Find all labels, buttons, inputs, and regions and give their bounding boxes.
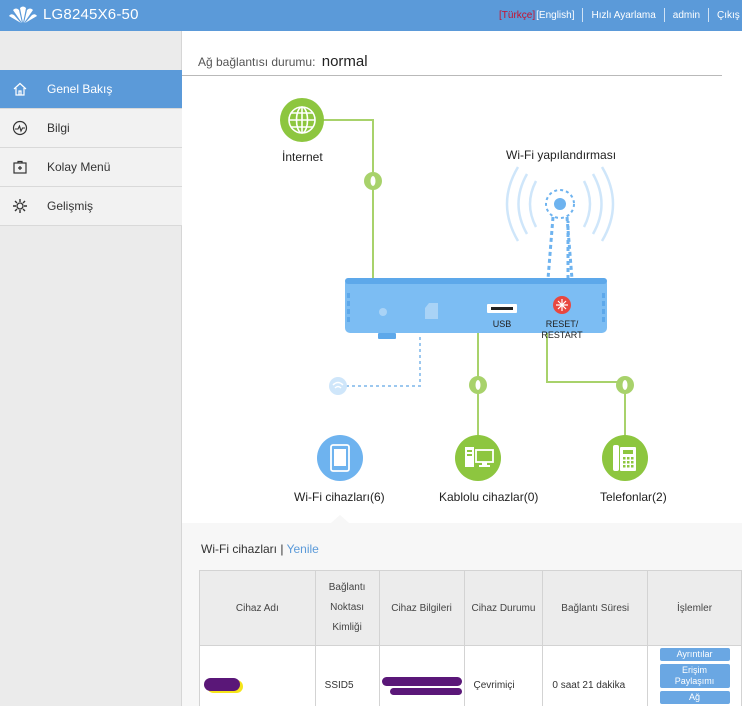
col-device-state: Cihaz Durumu [463,570,544,646]
duration-cell: 0 saat 21 dakika [542,645,649,706]
sidebar-item-label: Genel Bakış [47,82,113,96]
top-nav: [Türkçe] [English] Hızlı Ayarlama admin … [499,8,742,22]
col-connection-duration: Bağlantı Süresi [542,570,649,646]
redacted-device-info [389,687,462,695]
wifi-devices-table: Cihaz Adı Bağlantı Noktası Kimliği Cihaz… [199,570,742,706]
sidebar-item-label: Kolay Menü [47,160,111,174]
table-row: SSID5 Çevrimiçi 0 saat 21 dakika Ayrıntı… [199,645,742,706]
home-icon [10,79,30,99]
wifi-link-icon [329,377,347,395]
sidebar-item-info[interactable]: Bilgi [0,109,182,148]
sidebar-item-advanced[interactable]: Gelişmiş [0,187,182,226]
divider [663,8,665,22]
device-name-cell [199,645,316,706]
quick-setup-link[interactable]: Hızlı Ayarlama [591,10,655,21]
redacted-device-info [381,676,462,686]
redacted-device-name [204,677,240,691]
sidebar-nav: Genel Bakış Bilgi Kolay Menü Gelişmiş [0,70,190,226]
actions-cell: Ayrıntılar Erişim Paylaşımı Ağ [647,645,742,706]
divider [708,8,710,22]
col-actions: İşlemler [647,570,742,646]
col-device-name: Cihaz Adı [199,570,316,646]
wifi-devices-title: Wi-Fi cihazları | [201,542,284,556]
sidebar-item-overview[interactable]: Genel Bakış [0,70,190,109]
access-sharing-button[interactable]: Erişim Paylaşımı [659,664,730,688]
lang-english-link[interactable]: [English] [536,10,574,21]
network-button[interactable]: Ağ [659,691,730,704]
sidebar: Genel Bakış Bilgi Kolay Menü Gelişmiş [0,31,190,706]
wifi-config-icon[interactable] [505,166,615,280]
usb-label: USB [492,319,512,329]
link-status-icon [616,376,634,394]
wifi-devices-heading: Wi-Fi cihazları | Yenile [201,542,319,556]
refresh-link[interactable]: Yenile [287,542,319,556]
details-button[interactable]: Ayrıntılar [659,648,730,661]
top-bar: LG8245X6-50 [Türkçe] [English] Hızlı Aya… [0,0,742,31]
pulse-icon [10,118,30,138]
sidebar-item-easy-menu[interactable]: Kolay Menü [0,148,182,187]
phones-label[interactable]: Telefonlar(2) [600,490,667,504]
telephone-icon[interactable] [602,435,648,481]
lang-turkish-link[interactable]: [Türkçe] [499,10,535,21]
logo: LG8245X6-50 [8,4,139,24]
col-access-point-id: Bağlantı Noktası Kimliği [314,570,380,646]
computer-icon[interactable] [455,435,501,481]
table-header-row: Cihaz Adı Bağlantı Noktası Kimliği Cihaz… [199,570,742,646]
sidebar-item-label: Gelişmiş [47,199,94,213]
device-info-cell [378,645,465,706]
tablet-icon[interactable] [317,435,363,481]
device-state-cell: Çevrimiçi [463,645,544,706]
reset-button-icon[interactable] [553,296,571,314]
huawei-logo-icon [9,6,37,23]
wired-devices-label[interactable]: Kablolu cihazlar(0) [439,490,538,504]
internet-label[interactable]: İnternet [282,150,323,164]
gear-icon [10,196,30,216]
col-device-info: Cihaz Bilgileri [378,570,465,646]
divider [582,8,584,22]
device-model: LG8245X6-50 [43,5,139,23]
link-status-icon [364,172,382,190]
internet-globe-icon[interactable] [280,98,324,142]
wifi-devices-label[interactable]: Wi-Fi cihazları(6) [294,490,385,504]
network-topology-diagram [280,98,648,523]
ssid-cell: SSID5 [314,645,380,706]
main-content: Ağ bağlantısı durumu: normal İnternet Wi… [182,31,742,706]
wifi-config-label[interactable]: Wi-Fi yapılandırması [506,148,616,162]
toolbox-icon [10,157,30,177]
selected-tab-indicator [331,515,349,523]
sidebar-item-label: Bilgi [47,121,70,135]
link-status-icon [469,376,487,394]
reset-label: RESET/ RESTART [541,319,583,340]
user-name: admin [672,9,701,21]
logout-link[interactable]: Çıkış yap [717,10,742,21]
overview-panel: Ağ bağlantısı durumu: normal İnternet Wi… [182,31,742,523]
